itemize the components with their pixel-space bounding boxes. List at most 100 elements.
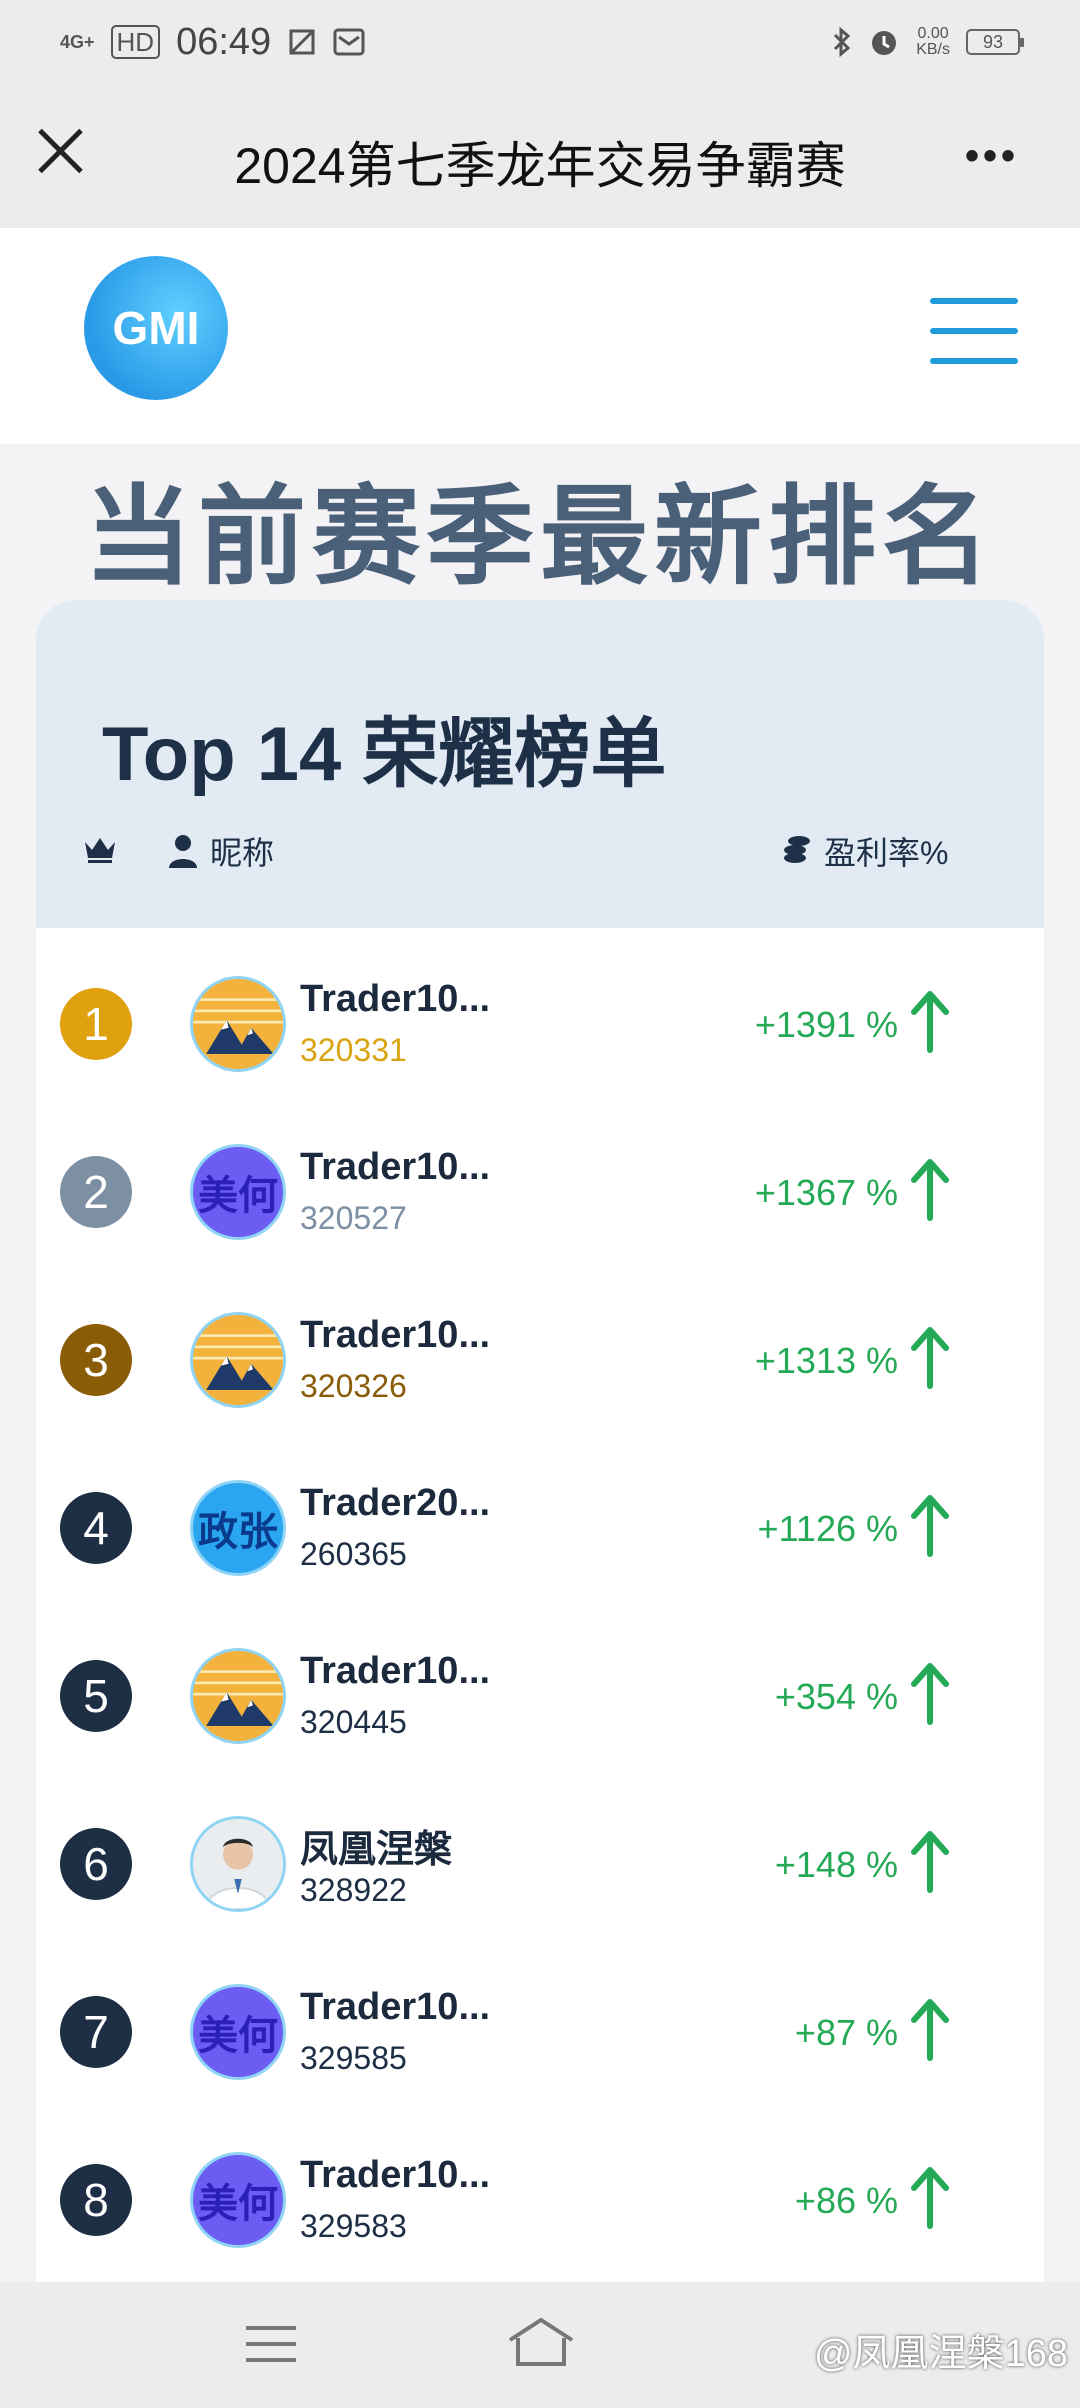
network-speed: 0.00 KB/s [916, 26, 950, 58]
photo-avatar [190, 1816, 286, 1912]
meihe-avatar: 美何 [190, 1144, 286, 1240]
profit-rate: +1367 % [754, 1172, 898, 1213]
leaderboard-row[interactable]: 2 美何 Trader10... 320527 +1367 % [36, 1096, 1044, 1264]
arrow-up-icon [911, 1327, 949, 1389]
profit-rate: +86 % [794, 2180, 898, 2221]
trader-id: 320527 [300, 1200, 407, 1236]
zhengzhang-avatar: 政张 [190, 1480, 286, 1576]
profit-rate: +1391 % [754, 1004, 898, 1045]
profit-rate: +354 % [774, 1676, 898, 1717]
trader-name: Trader10... [300, 1650, 491, 1692]
person-photo-icon [193, 1819, 283, 1909]
more-options-icon[interactable]: ••• [965, 134, 1019, 179]
trader-name: Trader20... [300, 1482, 491, 1524]
leaderboard-card: Top 14 荣耀榜单 昵称 盈利率% 1 Trader10... 320331 +1… [36, 600, 1044, 2408]
leaderboard-row[interactable]: 4 政张 Trader20... 260365 +1126 % [36, 1432, 1044, 1600]
rate-column-header: 盈利率% [782, 828, 948, 874]
watermark: @凤凰涅槃168 [814, 2333, 1068, 2375]
mail-notification-icon [333, 28, 365, 56]
coins-icon [784, 836, 810, 863]
leaderboard-title: Top 14 荣耀榜单 [102, 712, 667, 797]
leaderboard-row[interactable]: 3 Trader10... 320326 +1313 % [36, 1264, 1044, 1432]
title-bar: 2024第七季龙年交易争霸赛 ••• [0, 84, 1080, 228]
screenshot-notification-icon [289, 29, 315, 55]
speed-unit: KB/s [916, 41, 950, 58]
close-icon[interactable] [36, 126, 86, 176]
mountain-icon [193, 979, 283, 1069]
rank-badge: 6 [60, 1828, 132, 1900]
speed-value: 0.00 [917, 25, 949, 42]
alarm-icon [872, 31, 897, 55]
arrow-up-icon [911, 1831, 949, 1893]
rank-badge: 5 [60, 1660, 132, 1732]
status-bar: 4G+ HD 06:49 0.00 KB/s 93 [0, 0, 1080, 84]
rank-badge: 4 [60, 1492, 132, 1564]
trader-name: Trader10... [300, 1146, 491, 1188]
rank-badge: 8 [60, 2164, 132, 2236]
leaderboard-row[interactable]: 7 美何 Trader10... 329585 +87 % [36, 1936, 1044, 2104]
mountain-icon [193, 1651, 283, 1741]
arrow-up-icon [911, 1999, 949, 2061]
leaderboard-header: Top 14 荣耀榜单 昵称 盈利率% [36, 600, 1044, 928]
network-indicator: 4G+ [60, 32, 95, 52]
mountain-avatar [190, 1312, 286, 1408]
menu-line [930, 358, 1018, 364]
recent-apps-icon[interactable] [244, 2322, 298, 2366]
nickname-column-header: 昵称 [168, 828, 274, 874]
status-right: 0.00 KB/s 93 [832, 26, 1024, 58]
mountain-avatar [190, 976, 286, 1072]
arrow-up-icon [911, 1159, 949, 1221]
arrow-up-icon [911, 991, 949, 1053]
meihe-avatar: 美何 [190, 2152, 286, 2248]
gmi-logo[interactable]: GMI [84, 256, 228, 400]
section-heading: 当前赛季最新排名 [83, 476, 996, 597]
system-nav-bar: @凤凰涅槃168 [0, 2282, 1080, 2408]
battery-icon: 93 [966, 29, 1024, 55]
nickname-column-label: 昵称 [210, 835, 275, 871]
leaderboard-row[interactable]: 8 美何 Trader10... 329583 +86 % [36, 2104, 1044, 2272]
page-title: 2024第七季龙年交易争霸赛 [234, 138, 846, 194]
bluetooth-icon [834, 26, 851, 58]
trader-name: 凤凰涅槃 [300, 1829, 453, 1871]
menu-line [930, 298, 1018, 304]
trader-id: 320331 [300, 1032, 407, 1068]
trader-id: 260365 [300, 1536, 407, 1572]
trader-name: Trader10... [300, 978, 491, 1020]
trader-id: 329585 [300, 2040, 407, 2076]
profit-rate: +1126 % [757, 1508, 898, 1549]
rank-badge: 1 [60, 988, 132, 1060]
meihe-avatar: 美何 [190, 1984, 286, 2080]
rank-badge: 2 [60, 1156, 132, 1228]
menu-line [930, 328, 1018, 334]
arrow-up-icon [911, 2167, 949, 2229]
profit-rate: +1313 % [754, 1340, 898, 1381]
trader-name: Trader10... [300, 1986, 491, 2028]
trader-id: 329583 [300, 2208, 407, 2244]
trader-id: 320445 [300, 1704, 407, 1740]
trader-name: Trader10... [300, 2154, 491, 2196]
crown-icon [85, 838, 115, 863]
menu-icon[interactable] [930, 298, 1018, 370]
home-icon[interactable] [506, 2316, 576, 2368]
profit-rate: +87 % [794, 2012, 898, 2053]
trader-id: 328922 [300, 1872, 407, 1908]
clock: 06:49 [176, 20, 272, 63]
mountain-avatar [190, 1648, 286, 1744]
arrow-up-icon [911, 1495, 949, 1557]
rank-badge: 7 [60, 1996, 132, 2068]
trader-name: Trader10... [300, 1314, 491, 1356]
leaderboard-row[interactable]: 5 Trader10... 320445 +354 % [36, 1600, 1044, 1768]
site-header: GMI [0, 228, 1080, 444]
status-left: 4G+ HD 06:49 [60, 21, 365, 64]
profit-rate: +148 % [774, 1844, 898, 1885]
user-icon [169, 835, 197, 868]
rate-column-label: 盈利率% [824, 835, 949, 871]
arrow-up-icon [911, 1663, 949, 1725]
mountain-icon [193, 1315, 283, 1405]
leaderboard-row[interactable]: 1 Trader10... 320331 +1391 % [36, 928, 1044, 1096]
rank-badge: 3 [60, 1324, 132, 1396]
trader-id: 320326 [300, 1368, 407, 1404]
leaderboard-rows: 1 Trader10... 320331 +1391 % 2 美何 Trader10... 3… [36, 928, 1044, 2272]
hd-badge: HD [110, 25, 161, 59]
leaderboard-row[interactable]: 6 凤凰涅槃 328922 +148 % [36, 1768, 1044, 1936]
